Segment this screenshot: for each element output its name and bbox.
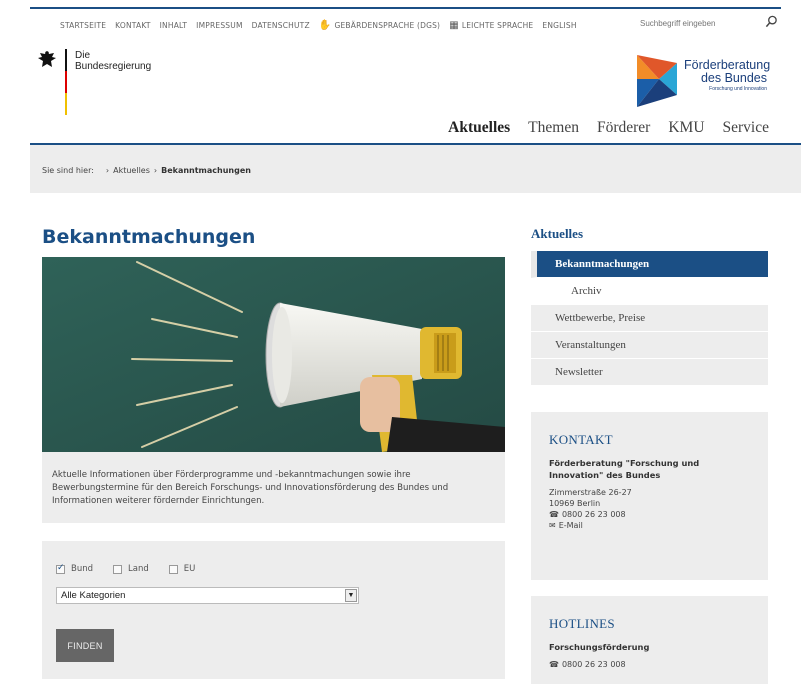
main-nav-foerderer[interactable]: Förderer	[597, 119, 650, 137]
main-nav-aktuelles[interactable]: Aktuelles	[448, 119, 510, 137]
search-box	[636, 14, 784, 32]
kontakt-city: 10969 Berlin	[549, 499, 601, 508]
megaphone-illustration	[42, 257, 505, 452]
kontakt-email[interactable]: ✉ E-Mail	[549, 520, 750, 531]
filter-panel: Bund Land EU Alle Kategorien ▼ FINDEN	[42, 541, 505, 679]
breadcrumb-chevron-icon: ›	[105, 166, 110, 175]
bundesregierung-logo[interactable]: Die Bundesregierung	[75, 50, 151, 72]
checkbox-label: Bund	[71, 564, 94, 574]
kontakt-org: Förderberatung "Forschung und Innovation…	[549, 458, 700, 480]
category-select[interactable]: Alle Kategorien ▼	[56, 587, 359, 604]
hotlines-phone: ☎ 0800 26 23 008	[549, 659, 750, 670]
foerderberatung-logo-icon[interactable]	[637, 55, 677, 107]
kontakt-title: KONTAKT	[549, 432, 613, 447]
kontakt-phone: ☎ 0800 26 23 008	[549, 509, 750, 520]
sidebar-item-veranstaltungen[interactable]: Veranstaltungen	[531, 332, 768, 359]
meta-link-datenschutz[interactable]: DATENSCHUTZ	[252, 20, 310, 31]
kontakt-street: Zimmerstraße 26-27	[549, 488, 632, 497]
meta-bar: STARTSEITE KONTAKT INHALT IMPRESSUM DATE…	[0, 0, 801, 41]
fb-line-3: Forschung und Innovation	[709, 86, 767, 92]
checkbox-label: Land	[128, 564, 149, 574]
breadcrumb-bar: Sie sind hier: › Aktuelles › Bekanntmach…	[30, 145, 801, 193]
breadcrumb-label: Sie sind hier:	[42, 166, 94, 175]
checkbox-land[interactable]: Land	[113, 564, 149, 574]
meta-nav: STARTSEITE KONTAKT INHALT IMPRESSUM DATE…	[60, 20, 577, 31]
meta-link-label: LEICHTE SPRACHE	[461, 21, 534, 30]
phone-icon: ☎	[549, 660, 559, 669]
sidebar-item-archiv[interactable]: Archiv	[531, 278, 768, 305]
checkbox-bund[interactable]: Bund	[56, 563, 94, 574]
checkbox-checked-icon	[56, 563, 65, 574]
kontakt-phone-number: 0800 26 23 008	[561, 510, 626, 519]
meta-link-english[interactable]: ENGLISH	[542, 20, 576, 31]
book-icon: ▦	[449, 20, 459, 31]
main-nav-service[interactable]: Service	[723, 119, 769, 137]
sidebar-title: Aktuelles	[531, 226, 583, 241]
mail-icon: ✉	[549, 521, 556, 530]
dropdown-arrow-icon[interactable]: ▼	[345, 589, 357, 602]
meta-link-gebaerdensprache[interactable]: ✋ GEBÄRDENSPRACHE (DGS)	[319, 20, 440, 31]
checkbox-empty-icon	[113, 564, 123, 574]
breadcrumb-chevron-icon: ›	[153, 166, 158, 175]
magnifier-icon[interactable]	[765, 15, 778, 28]
intro-text: Aktuelle Informationen über Förderprogra…	[42, 452, 505, 523]
hotlines-box: HOTLINES Forschungsförderung ☎ 0800 26 2…	[531, 596, 768, 684]
main-nav-kmu[interactable]: KMU	[668, 119, 704, 137]
meta-link-leichte-sprache[interactable]: ▦ LEICHTE SPRACHE	[449, 20, 533, 31]
page-title: Bekanntmachungen	[42, 226, 256, 248]
federal-eagle-icon[interactable]	[36, 49, 58, 71]
meta-link-inhalt[interactable]: INHALT	[160, 20, 188, 31]
sidebar-item-wettbewerbe[interactable]: Wettbewerbe, Preise	[531, 305, 768, 332]
sidebar-nav: Bekanntmachungen Archiv Wettbewerbe, Pre…	[531, 251, 768, 386]
meta-link-label: GEBÄRDENSPRACHE (DGS)	[334, 21, 441, 30]
sidebar-item-bekanntmachungen[interactable]: Bekanntmachungen	[531, 251, 768, 278]
hotlines-phone-number: 0800 26 23 008	[561, 660, 626, 669]
meta-link-startseite[interactable]: STARTSEITE	[60, 20, 106, 31]
brand-line-1: Die	[75, 50, 91, 61]
hero-image-megaphone	[42, 257, 505, 452]
main-nav-themen[interactable]: Themen	[528, 119, 579, 137]
hotlines-subtitle: Forschungsförderung	[549, 642, 650, 652]
search-input[interactable]	[636, 18, 756, 28]
sign-language-icon: ✋	[318, 20, 332, 31]
kontakt-email-link[interactable]: E-Mail	[559, 520, 583, 531]
checkbox-label: EU	[183, 564, 196, 574]
top-rule	[30, 7, 781, 9]
category-select-value: Alle Kategorien	[61, 590, 126, 601]
checkbox-eu[interactable]: EU	[168, 564, 196, 574]
kontakt-box: KONTAKT Förderberatung "Forschung und In…	[531, 412, 768, 580]
meta-link-impressum[interactable]: IMPRESSUM	[196, 20, 242, 31]
checkbox-empty-icon	[168, 564, 178, 574]
main-nav: Aktuelles Themen Förderer KMU Service	[448, 119, 769, 137]
breadcrumb-item-aktuelles[interactable]: Aktuelles	[113, 166, 150, 175]
phone-icon: ☎	[549, 510, 559, 519]
german-flag-bar	[65, 49, 67, 115]
meta-link-kontakt[interactable]: KONTAKT	[115, 20, 150, 31]
brand-line-2: Bundesregierung	[75, 61, 152, 72]
sidebar-item-newsletter[interactable]: Newsletter	[531, 359, 768, 386]
breadcrumb-item-current: Bekanntmachungen	[161, 166, 251, 175]
find-button[interactable]: FINDEN	[56, 629, 114, 662]
hotlines-title: HOTLINES	[549, 616, 615, 631]
filter-checkboxes: Bund Land EU	[56, 563, 196, 574]
breadcrumb: Sie sind hier: › Aktuelles › Bekanntmach…	[42, 166, 251, 175]
foerderberatung-logo-text[interactable]: Förderberatung des Bundes Forschung und …	[684, 59, 770, 93]
fb-line-2: des Bundes	[700, 71, 767, 85]
